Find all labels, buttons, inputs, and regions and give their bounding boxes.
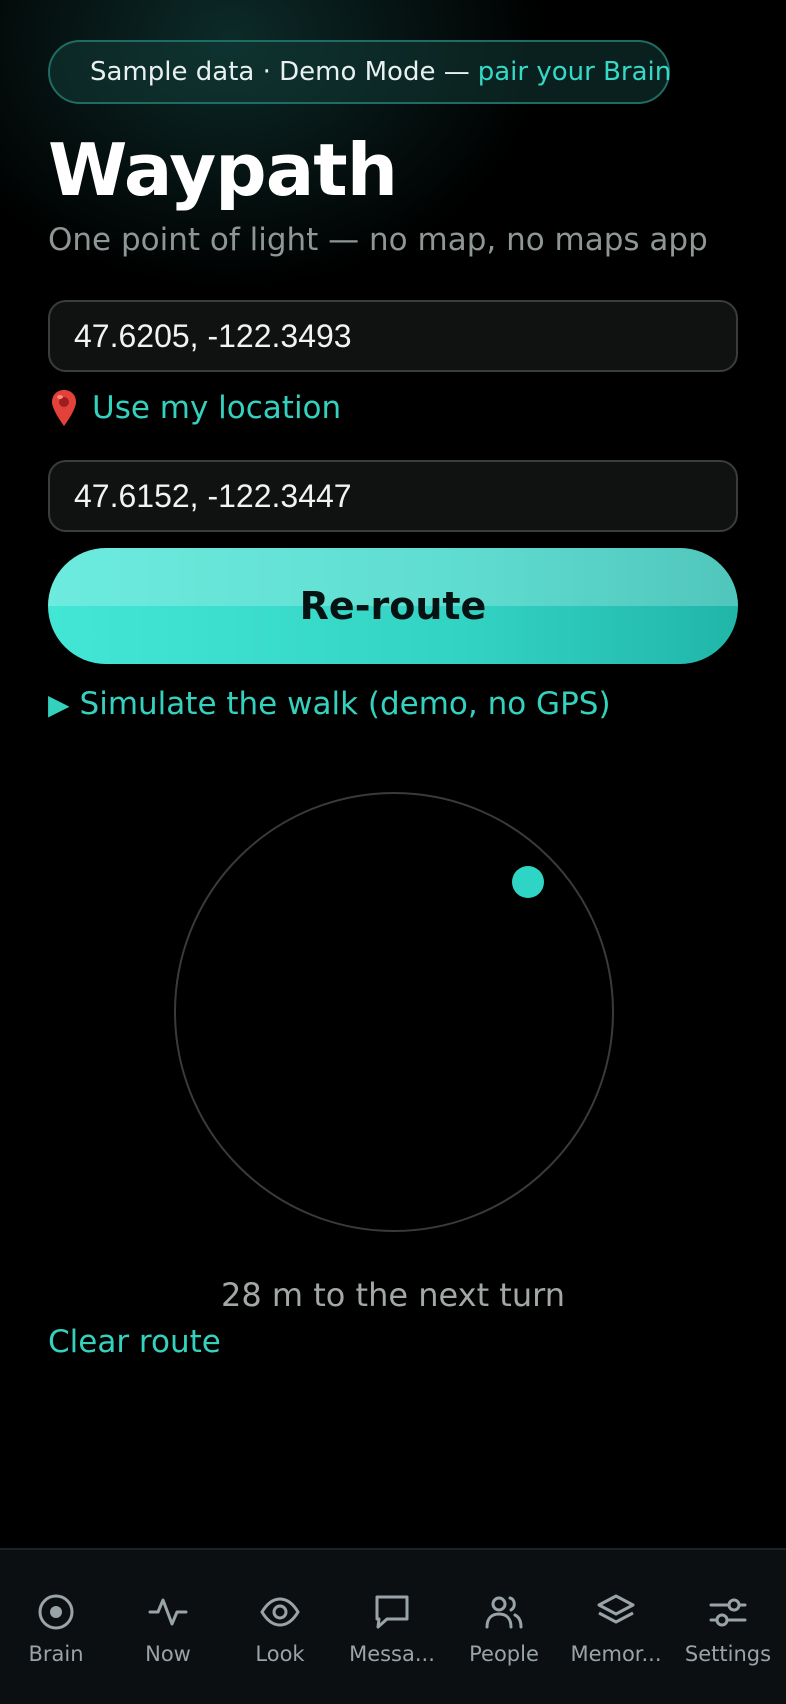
sliders-icon — [709, 1598, 747, 1627]
tab-label: Messa... — [349, 1642, 435, 1666]
demo-mode-text: Sample data · Demo Mode — — [90, 57, 470, 87]
play-icon: ▶ — [48, 687, 70, 721]
eye-icon — [260, 1597, 300, 1627]
destination-coordinates-input[interactable] — [48, 460, 738, 532]
page-subtitle: One point of light — no map, no maps app — [48, 222, 708, 258]
tab-settings[interactable]: Settings — [672, 1550, 784, 1704]
pair-brain-link[interactable]: pair your Brain — [478, 57, 672, 87]
clear-route-link[interactable]: Clear route — [48, 1324, 221, 1360]
tab-brain[interactable]: Brain — [0, 1550, 112, 1704]
tab-memories[interactable]: Memor... — [560, 1550, 672, 1704]
demo-mode-banner[interactable]: Sample data · Demo Mode — pair your Brai… — [48, 40, 672, 104]
people-icon — [485, 1596, 523, 1629]
bottom-tab-bar: Brain Now Look Messa... People Memor... … — [0, 1548, 786, 1704]
layers-icon — [597, 1594, 635, 1624]
page-title: Waypath — [48, 128, 398, 212]
reroute-button[interactable]: Re-route — [48, 548, 738, 664]
use-my-location-link[interactable]: Use my location — [50, 388, 341, 428]
tab-label: Memor... — [570, 1642, 662, 1666]
tab-look[interactable]: Look — [224, 1550, 336, 1704]
tab-now[interactable]: Now — [112, 1550, 224, 1704]
tab-people[interactable]: People — [448, 1550, 560, 1704]
message-icon — [375, 1595, 409, 1629]
reroute-button-label: Re-route — [299, 584, 487, 628]
direction-ring — [174, 792, 614, 1232]
tab-label: People — [469, 1642, 539, 1666]
tab-messages[interactable]: Messa... — [336, 1550, 448, 1704]
tab-label: Brain — [28, 1642, 84, 1666]
use-my-location-label: Use my location — [92, 390, 342, 426]
origin-coordinates-input[interactable] — [48, 300, 738, 372]
tab-label: Look — [255, 1642, 305, 1666]
next-turn-distance: 28 m to the next turn — [221, 1276, 565, 1314]
simulate-walk-link[interactable]: ▶ Simulate the walk (demo, no GPS) — [48, 686, 611, 722]
tab-label: Settings — [684, 1642, 772, 1666]
simulate-walk-label: Simulate the walk (demo, no GPS) — [79, 686, 611, 722]
point-of-light-indicator — [512, 866, 544, 898]
tab-label: Now — [145, 1642, 191, 1666]
brain-icon — [38, 1594, 74, 1630]
location-pin-icon — [52, 390, 76, 426]
activity-icon — [148, 1598, 188, 1626]
